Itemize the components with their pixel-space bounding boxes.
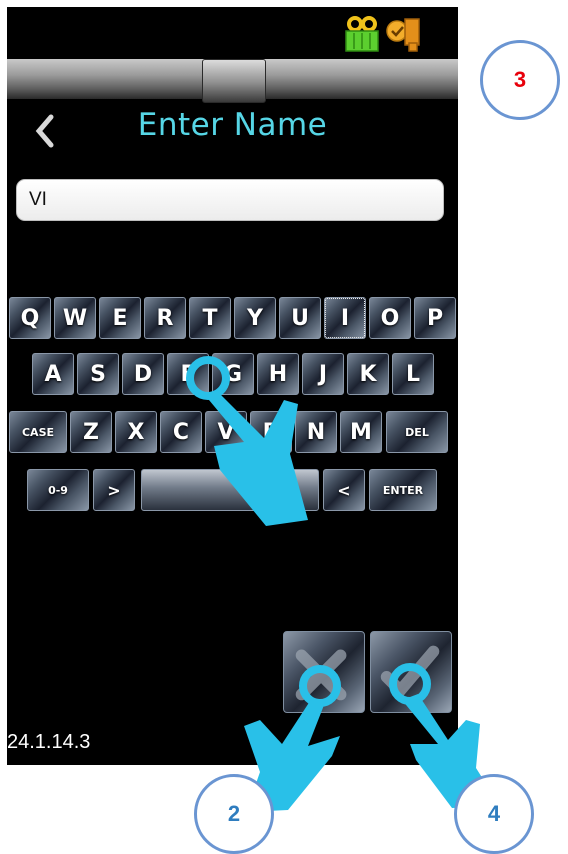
name-input[interactable]: VI [16, 179, 444, 221]
key-r[interactable]: R [144, 297, 186, 339]
key-a[interactable]: A [32, 353, 74, 395]
key-w[interactable]: W [54, 297, 96, 339]
lock-check-icon [385, 15, 423, 53]
title-bar-handle[interactable] [202, 59, 266, 103]
key-s[interactable]: S [77, 353, 119, 395]
key-numeric[interactable]: 0-9 [27, 469, 89, 511]
key-m[interactable]: M [340, 411, 382, 453]
status-bar [7, 7, 458, 59]
key-k[interactable]: K [347, 353, 389, 395]
hand-pointer-icon [186, 356, 308, 526]
key-e[interactable]: E [99, 297, 141, 339]
key-t[interactable]: T [189, 297, 231, 339]
recorder-icon [343, 15, 381, 53]
title-bar [7, 59, 458, 103]
key-cursor-left[interactable]: < [323, 469, 365, 511]
key-o[interactable]: O [369, 297, 411, 339]
key-y[interactable]: Y [234, 297, 276, 339]
key-z[interactable]: Z [70, 411, 112, 453]
key-cursor-right[interactable]: > [93, 469, 135, 511]
key-d[interactable]: D [122, 353, 164, 395]
step-badge-3: 3 [480, 40, 560, 120]
key-q[interactable]: Q [9, 297, 51, 339]
version-label: 24.1.14.3 [7, 731, 91, 753]
key-enter[interactable]: ENTER [369, 469, 437, 511]
key-case[interactable]: CASE [9, 411, 67, 453]
page-title: Enter Name [137, 107, 328, 143]
key-u[interactable]: U [279, 297, 321, 339]
key-p[interactable]: P [414, 297, 456, 339]
step-badge-2: 2 [194, 774, 274, 854]
step-badge-4: 4 [454, 774, 534, 854]
key-l[interactable]: L [392, 353, 434, 395]
key-x[interactable]: X [115, 411, 157, 453]
key-i[interactable]: I [324, 297, 366, 339]
key-del[interactable]: DEL [386, 411, 448, 453]
